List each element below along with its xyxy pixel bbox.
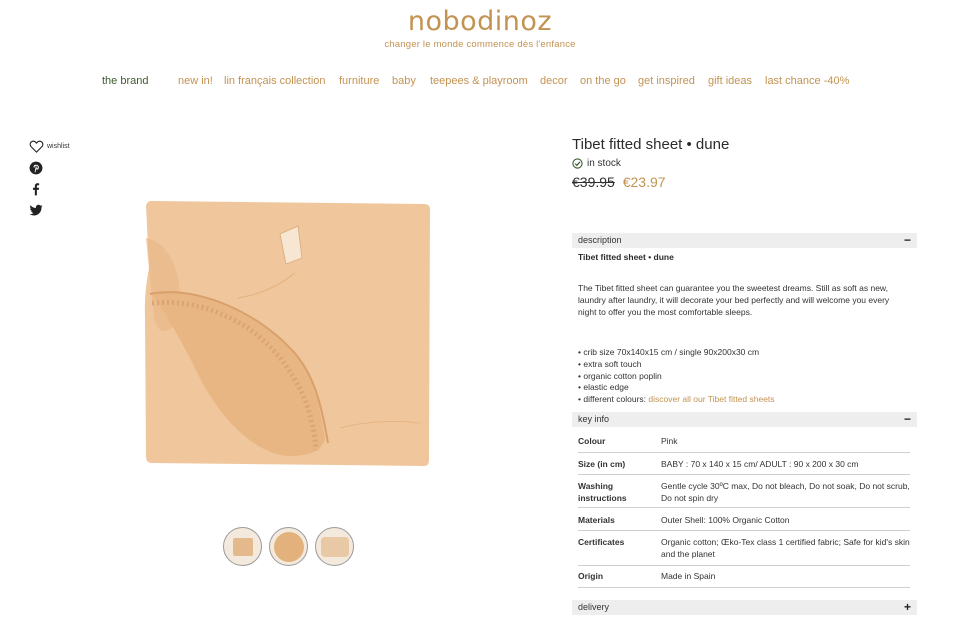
- key-info-key: Washing instructions: [578, 481, 627, 503]
- nav-item-on-the-go[interactable]: on the go: [580, 75, 626, 87]
- price-block: €39.95 €23.97: [572, 174, 666, 190]
- feature-list: • crib size 70x140x15 cm / single 90x200…: [578, 347, 908, 406]
- description-text: The Tibet fitted sheet can guarantee you…: [578, 283, 890, 317]
- key-info-row-certificates: Certificates Organic cotton; Œko-Tex cla…: [578, 536, 910, 566]
- pinterest-icon: [29, 161, 43, 174]
- key-info-value: Made in Spain: [661, 571, 716, 581]
- price-sale: €23.97: [622, 174, 666, 190]
- feature-item: • elastic edge: [578, 382, 629, 393]
- key-info-row-size: Size (in cm) BABY : 70 x 140 x 15 cm/ AD…: [578, 458, 910, 475]
- expand-icon[interactable]: +: [904, 600, 911, 615]
- image-thumbnails: [223, 527, 354, 566]
- stock-status: in stock: [572, 158, 621, 169]
- nav-item-lin-francais[interactable]: lin français collection: [224, 75, 326, 87]
- delivery-header-label: delivery: [578, 602, 610, 612]
- heart-icon: [29, 140, 44, 153]
- key-info-header-label: key info: [578, 414, 610, 424]
- site-logo[interactable]: nobodinoz changer le monde commence dès …: [0, 6, 960, 50]
- main-nav: the brand new in! lin français collectio…: [0, 75, 960, 89]
- thumbnail-1[interactable]: [223, 527, 262, 566]
- fitted-sheet-illustration: [144, 200, 431, 467]
- share-column: wishlist: [29, 136, 89, 220]
- description-header-label: description: [578, 235, 622, 245]
- key-info-key: Materials: [578, 515, 615, 525]
- thumbnail-3-image: [320, 536, 349, 557]
- key-info-row-origin: Origin Made in Spain: [578, 570, 910, 588]
- colours-prefix: • different colours:: [578, 394, 649, 405]
- key-info-key: Certificates: [578, 537, 625, 547]
- key-info-key: Colour: [578, 436, 606, 446]
- twitter-share-button[interactable]: [29, 199, 89, 220]
- pinterest-share-button[interactable]: [29, 157, 89, 178]
- key-info-row-materials: Materials Outer Shell: 100% Organic Cott…: [578, 514, 910, 531]
- facebook-icon: [32, 182, 40, 195]
- product-main-image[interactable]: [140, 198, 432, 468]
- feature-item-colours: • different colours: discover all our Ti…: [578, 394, 908, 406]
- key-info-value: Organic cotton; Œko-Tex class 1 certifie…: [661, 537, 910, 559]
- thumbnail-2-image: [273, 531, 304, 562]
- logo-wordmark[interactable]: nobodinoz: [0, 6, 960, 37]
- thumbnail-2[interactable]: [269, 527, 308, 566]
- key-info-section-header[interactable]: key info −: [572, 412, 917, 427]
- feature-item: • extra soft touch: [578, 358, 642, 369]
- nav-item-the-brand[interactable]: the brand: [102, 75, 148, 87]
- feature-item: • crib size 70x140x15 cm / single 90x200…: [578, 347, 760, 357]
- logo-tagline: changer le monde commence dès l'enfance: [384, 39, 576, 50]
- nav-item-teepees[interactable]: teepees & playroom: [430, 75, 528, 87]
- nav-item-gift-ideas[interactable]: gift ideas: [708, 75, 752, 87]
- check-circle-icon: [572, 158, 583, 169]
- nav-item-baby[interactable]: baby: [392, 75, 416, 87]
- collapse-icon[interactable]: −: [904, 233, 911, 248]
- product-title: Tibet fitted sheet • dune: [572, 136, 730, 153]
- description-section-header[interactable]: description −: [572, 233, 917, 248]
- feature-item: • organic cotton poplin: [578, 370, 662, 381]
- wishlist-label: wishlist: [47, 143, 70, 150]
- collapse-icon[interactable]: −: [904, 412, 911, 427]
- description-title: Tibet fitted sheet • dune: [578, 252, 674, 262]
- key-info-row-colour: Colour Pink: [578, 435, 910, 453]
- twitter-icon: [29, 204, 43, 215]
- key-info-value: Outer Shell: 100% Organic Cotton: [661, 515, 790, 525]
- key-info-value: BABY : 70 x 140 x 15 cm/ ADULT : 90 x 20…: [661, 459, 859, 469]
- nav-item-decor[interactable]: decor: [540, 75, 568, 87]
- colours-link[interactable]: discover all our Tibet fitted sheets: [648, 394, 774, 404]
- key-info-value: Gentle cycle 30ºC max, Do not bleach, Do…: [661, 481, 910, 503]
- facebook-share-button[interactable]: [29, 178, 89, 199]
- key-info-key: Size (in cm): [578, 459, 626, 469]
- key-info-value: Pink: [661, 436, 678, 446]
- thumbnail-3[interactable]: [315, 527, 354, 566]
- price-original: €39.95: [572, 174, 615, 190]
- stock-label: in stock: [587, 158, 621, 169]
- delivery-section-header[interactable]: delivery +: [572, 600, 917, 615]
- nav-item-last-chance[interactable]: last chance -40%: [765, 75, 849, 87]
- nav-item-get-inspired[interactable]: get inspired: [638, 75, 695, 87]
- key-info-key: Origin: [578, 571, 604, 581]
- thumbnail-1-image: [232, 537, 253, 556]
- nav-item-furniture[interactable]: furniture: [339, 75, 379, 87]
- wishlist-button[interactable]: wishlist: [29, 136, 89, 157]
- key-info-row-washing: Washing instructions Gentle cycle 30ºC m…: [578, 480, 910, 508]
- nav-item-new-in[interactable]: new in!: [178, 75, 213, 87]
